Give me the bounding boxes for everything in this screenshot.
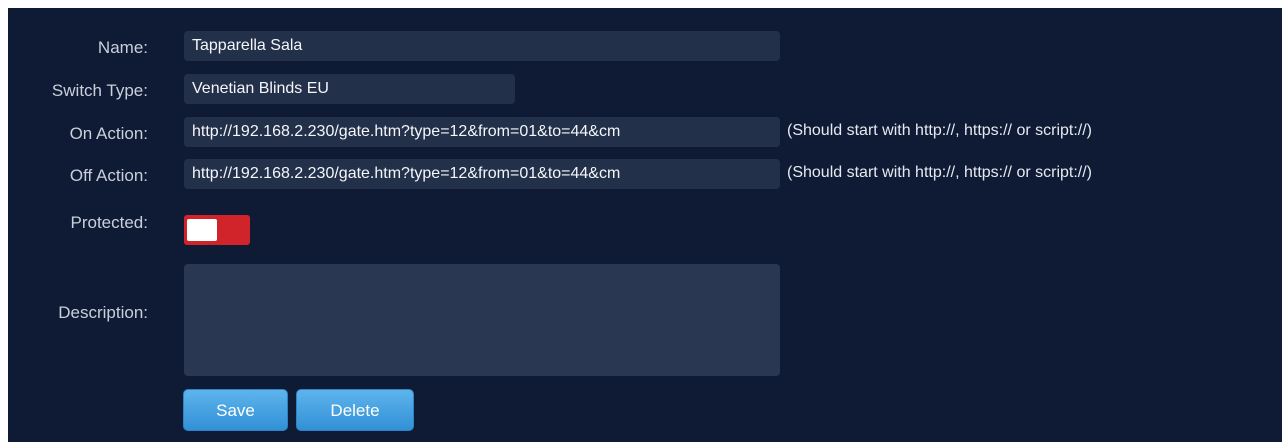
switch-type-select[interactable]: Venetian Blinds EU bbox=[184, 74, 515, 104]
description-label: Description: bbox=[58, 303, 148, 322]
off-action-input[interactable]: http://192.168.2.230/gate.htm?type=12&fr… bbox=[184, 159, 780, 189]
switch-type-label: Switch Type: bbox=[51, 81, 148, 100]
device-edit-panel: Name: Tapparella Sala Switch Type: Venet… bbox=[8, 8, 1282, 442]
description-textarea[interactable] bbox=[184, 264, 780, 376]
name-input[interactable]: Tapparella Sala bbox=[184, 31, 780, 61]
on-action-hint: (Should start with http://, https:// or … bbox=[787, 122, 1092, 139]
on-action-label: On Action: bbox=[69, 124, 148, 143]
name-label: Name: bbox=[97, 38, 148, 57]
off-action-hint: (Should start with http://, https:// or … bbox=[787, 164, 1092, 181]
off-action-label: Off Action: bbox=[69, 166, 148, 185]
on-action-input[interactable]: http://192.168.2.230/gate.htm?type=12&fr… bbox=[184, 117, 780, 147]
protected-label: Protected: bbox=[70, 213, 149, 232]
toggle-knob bbox=[187, 219, 217, 241]
protected-toggle[interactable] bbox=[184, 215, 250, 245]
delete-button[interactable]: Delete bbox=[296, 389, 414, 431]
save-button[interactable]: Save bbox=[183, 389, 288, 431]
